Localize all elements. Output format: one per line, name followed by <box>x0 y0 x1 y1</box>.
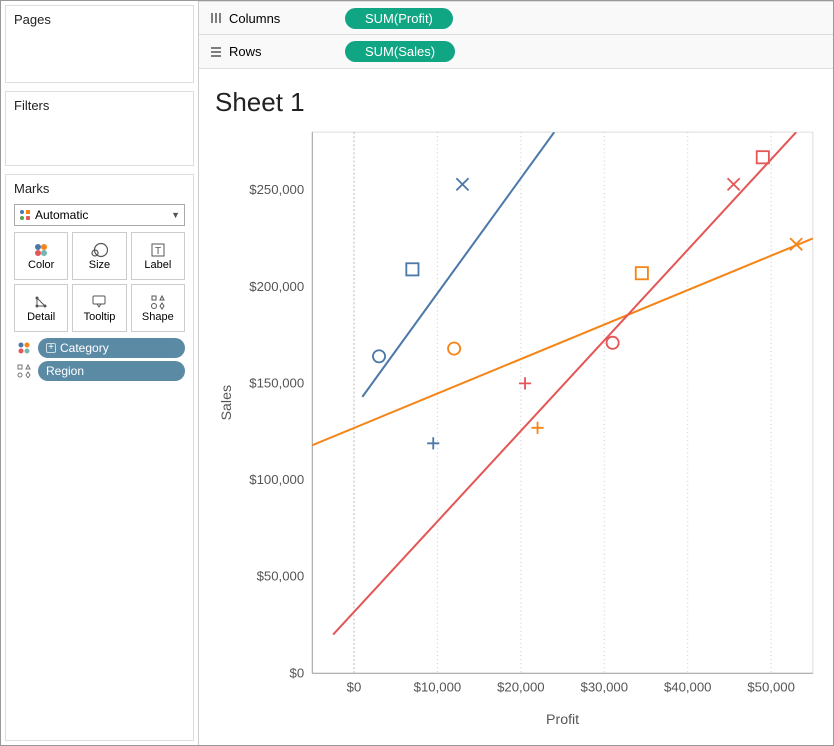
svg-text:$50,000: $50,000 <box>747 679 795 694</box>
svg-text:$100,000: $100,000 <box>249 472 304 487</box>
viz-area[interactable]: Sheet 1 $0 $10,000 $20,000 $30,000 $40,000 $5… <box>199 69 833 745</box>
label-card[interactable]: T Label <box>131 232 185 280</box>
svg-text:$50,000: $50,000 <box>257 569 305 584</box>
rows-icon <box>209 45 223 59</box>
columns-pill[interactable]: SUM(Profit) <box>345 8 453 29</box>
detail-card[interactable]: Detail <box>14 284 68 332</box>
svg-text:$0: $0 <box>290 665 305 680</box>
svg-text:$20,000: $20,000 <box>497 679 545 694</box>
marks-panel: Marks Automatic ▼ Color Size T <box>5 174 194 741</box>
chevron-down-icon: ▼ <box>171 210 180 220</box>
svg-text:$0: $0 <box>347 679 362 694</box>
filters-label: Filters <box>6 92 193 117</box>
svg-text:$250,000: $250,000 <box>249 182 304 197</box>
color-mini-icon <box>14 341 34 355</box>
rows-shelf[interactable]: Rows SUM(Sales) <box>199 35 833 69</box>
svg-text:$200,000: $200,000 <box>249 279 304 294</box>
shape-icon <box>150 293 166 311</box>
marks-label: Marks <box>6 175 193 202</box>
rows-pill[interactable]: SUM(Sales) <box>345 41 455 62</box>
columns-shelf-label: Columns <box>229 11 280 26</box>
marks-type-dropdown[interactable]: Automatic ▼ <box>14 204 185 226</box>
svg-text:$30,000: $30,000 <box>581 679 629 694</box>
sheet-title[interactable]: Sheet 1 <box>215 87 823 118</box>
svg-text:Profit: Profit <box>546 712 579 728</box>
pages-panel: Pages <box>5 5 194 83</box>
svg-text:$10,000: $10,000 <box>414 679 462 694</box>
size-card[interactable]: Size <box>72 232 126 280</box>
marks-type-label: Automatic <box>35 208 88 222</box>
color-card[interactable]: Color <box>14 232 68 280</box>
chart[interactable]: $0 $10,000 $20,000 $30,000 $40,000 $50,000 $0 $… <box>215 122 823 730</box>
svg-text:T: T <box>155 246 161 257</box>
rows-shelf-label: Rows <box>229 44 262 59</box>
category-pill[interactable]: + Category <box>38 338 185 358</box>
shape-auto-icon <box>19 209 31 221</box>
size-icon <box>90 241 108 259</box>
tooltip-card[interactable]: Tooltip <box>72 284 126 332</box>
region-pill[interactable]: Region <box>38 361 185 381</box>
svg-text:$150,000: $150,000 <box>249 375 304 390</box>
columns-icon <box>209 11 223 25</box>
svg-text:Sales: Sales <box>219 385 235 420</box>
label-icon: T <box>150 241 166 259</box>
tooltip-icon <box>91 293 107 311</box>
expand-icon: + <box>46 343 56 353</box>
shape-card[interactable]: Shape <box>131 284 185 332</box>
filters-panel: Filters <box>5 91 194 166</box>
columns-shelf[interactable]: Columns SUM(Profit) <box>199 1 833 35</box>
svg-text:$40,000: $40,000 <box>664 679 712 694</box>
pages-label: Pages <box>6 6 193 31</box>
detail-icon <box>33 293 49 311</box>
color-icon <box>33 241 49 259</box>
shape-mini-icon <box>14 364 34 378</box>
